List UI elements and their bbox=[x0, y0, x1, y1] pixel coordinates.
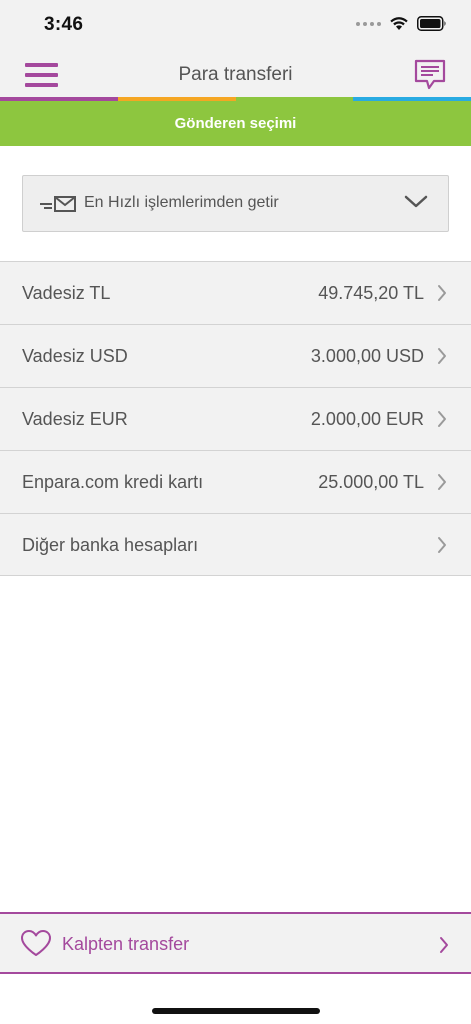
dropdown-label: En Hızlı işlemlerimden getir bbox=[84, 194, 279, 211]
section-header: Gönderen seçimi bbox=[0, 101, 471, 146]
battery-icon bbox=[417, 16, 446, 31]
heart-transfer-button[interactable]: Kalpten transfer bbox=[0, 912, 471, 974]
chevron-right-icon bbox=[438, 411, 446, 427]
account-row-vadesiz-tl[interactable]: Vadesiz TL 49.745,20 TL bbox=[0, 261, 471, 324]
quick-transactions-dropdown[interactable]: En Hızlı işlemlerimden getir bbox=[22, 175, 449, 232]
account-row-other-banks[interactable]: Diğer banka hesapları bbox=[0, 513, 471, 576]
home-indicator[interactable] bbox=[152, 1008, 320, 1014]
heart-icon bbox=[21, 930, 51, 956]
nav-bar: Para transferi bbox=[0, 50, 471, 97]
quick-transfer-mail-icon bbox=[40, 196, 76, 212]
account-balance: 3.000,00 USD bbox=[310, 346, 424, 366]
account-name: Vadesiz TL bbox=[22, 283, 111, 303]
chevron-right-icon bbox=[438, 285, 446, 301]
status-bar: 3:46 bbox=[0, 0, 471, 50]
chevron-right-icon bbox=[440, 937, 448, 953]
chat-icon[interactable] bbox=[413, 58, 447, 92]
dropdown-container: En Hızlı işlemlerimden getir bbox=[0, 146, 471, 261]
account-name: Vadesiz EUR bbox=[22, 409, 128, 429]
chevron-right-icon bbox=[438, 348, 446, 364]
account-row-vadesiz-eur[interactable]: Vadesiz EUR 2.000,00 EUR bbox=[0, 387, 471, 450]
status-icons bbox=[356, 16, 447, 31]
page-title: Para transferi bbox=[178, 64, 293, 85]
account-balance: 2.000,00 EUR bbox=[310, 409, 424, 429]
account-row-credit-card[interactable]: Enpara.com kredi kartı 25.000,00 TL bbox=[0, 450, 471, 513]
screen: 3:46 Para transferi Gönderen seçimi En H… bbox=[0, 0, 471, 1024]
account-balance: 49.745,20 TL bbox=[318, 283, 424, 303]
account-name: Vadesiz USD bbox=[22, 346, 128, 366]
account-row-vadesiz-usd[interactable]: Vadesiz USD 3.000,00 USD bbox=[0, 324, 471, 387]
chevron-down-icon bbox=[404, 195, 428, 208]
account-list: Vadesiz TL 49.745,20 TL Vadesiz USD 3.00… bbox=[0, 261, 471, 576]
wifi-icon bbox=[390, 17, 408, 30]
chevron-right-icon bbox=[438, 537, 446, 553]
account-name: Enpara.com kredi kartı bbox=[22, 472, 204, 492]
heart-transfer-label: Kalpten transfer bbox=[62, 934, 190, 954]
account-name: Diğer banka hesapları bbox=[22, 535, 199, 555]
status-time: 3:46 bbox=[44, 14, 84, 35]
account-balance: 25.000,00 TL bbox=[318, 472, 424, 492]
cellular-signal-icon bbox=[356, 21, 381, 26]
chevron-right-icon bbox=[438, 474, 446, 490]
